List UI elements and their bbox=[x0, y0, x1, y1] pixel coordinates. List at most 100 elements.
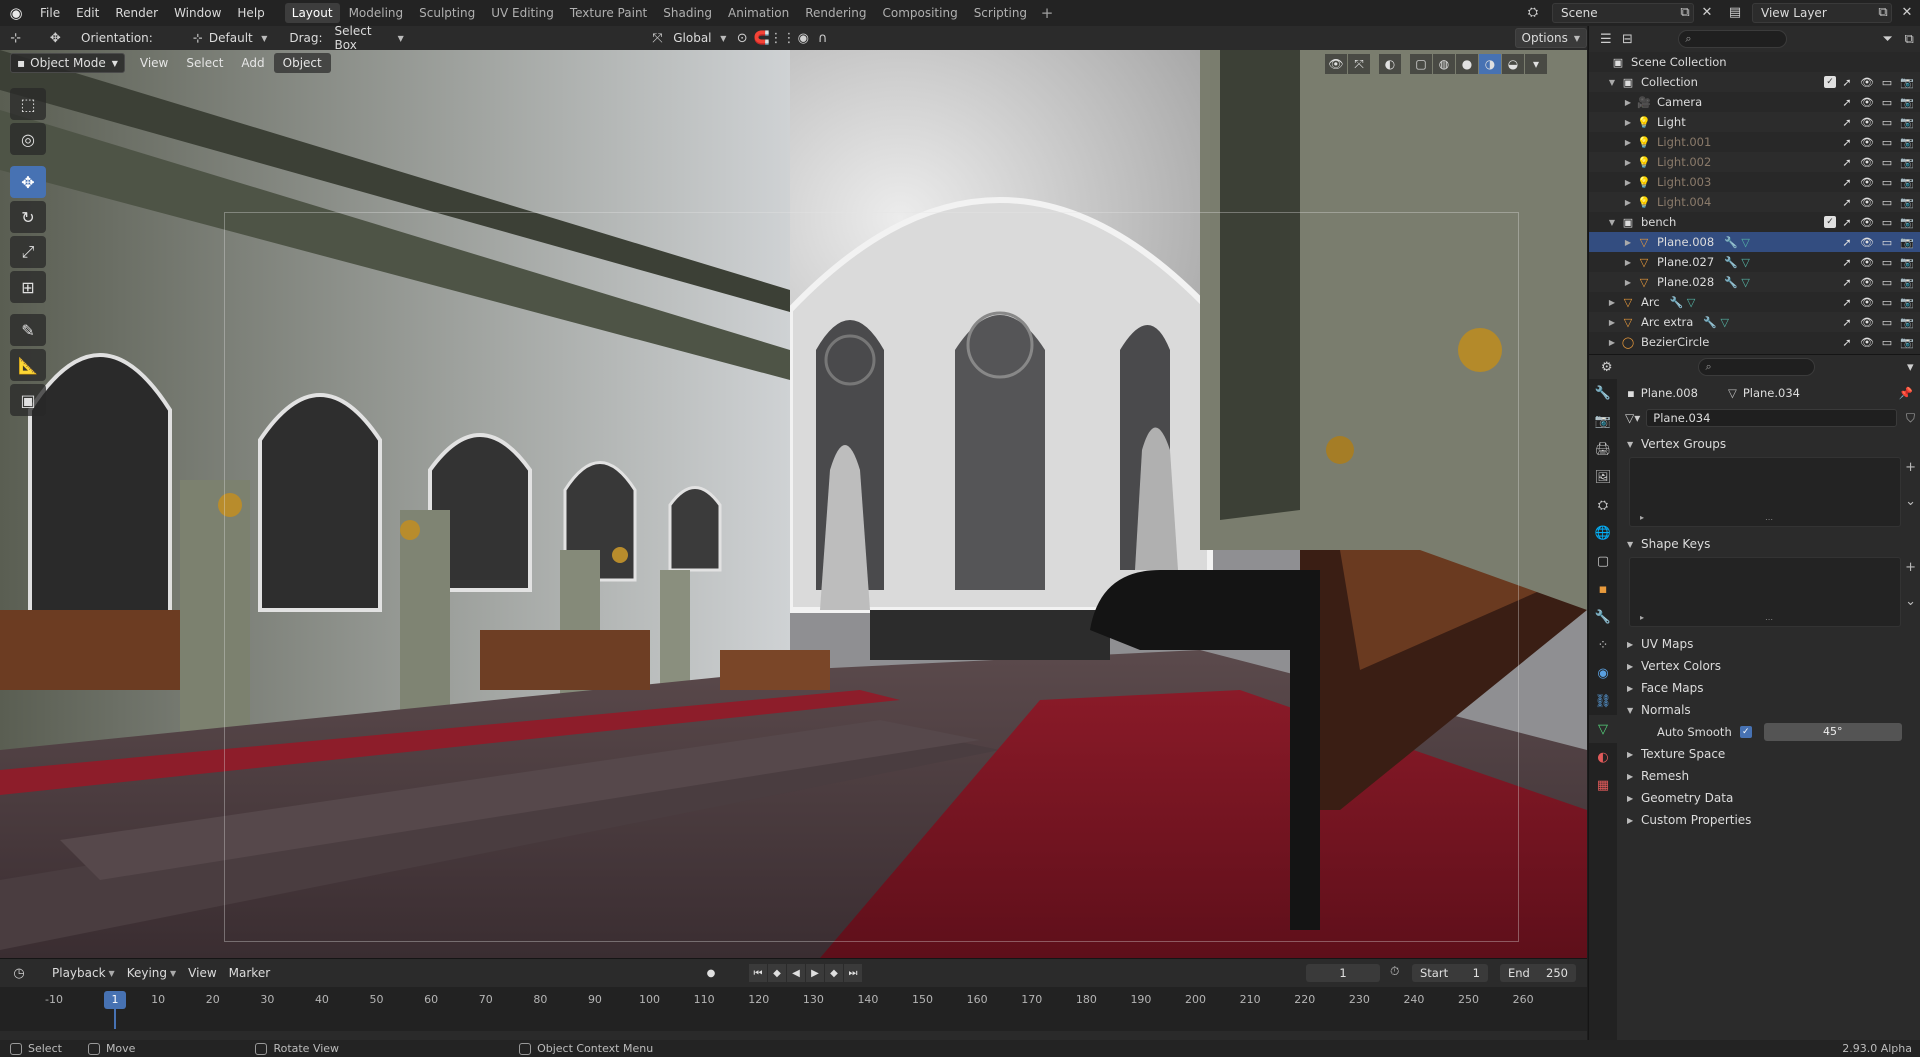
select-icon[interactable]: ➚ bbox=[1840, 316, 1854, 329]
chevron-right-icon[interactable]: ▶ bbox=[1605, 298, 1619, 307]
modifier-wrench-icon[interactable]: 🔧 ▽ bbox=[1703, 316, 1729, 329]
filter-icon[interactable]: ⏷ bbox=[1877, 29, 1899, 49]
eye-icon[interactable]: 👁 bbox=[1860, 256, 1874, 269]
chevron-right-icon[interactable]: ▶ bbox=[1621, 238, 1635, 247]
tab-animation[interactable]: Animation bbox=[721, 3, 796, 23]
output-tab-icon[interactable]: 🖨 bbox=[1589, 435, 1617, 463]
remesh-panel[interactable]: ▶ Remesh bbox=[1621, 765, 1919, 787]
chevron-down-icon[interactable]: ▼ bbox=[1605, 78, 1619, 87]
transform-gizmo-icon[interactable]: ✥ bbox=[46, 28, 66, 48]
measure-tool-icon[interactable]: 📐 bbox=[10, 349, 46, 381]
display-mode-icon[interactable]: ⊟ bbox=[1617, 29, 1639, 49]
view-layer-selector[interactable]: View Layer bbox=[1752, 3, 1892, 23]
chevron-down-icon[interactable]: ▾ bbox=[1901, 357, 1920, 377]
outliner-row[interactable]: ▶ ◯ BezierCircle ➚ 👁 ▭ 📷 bbox=[1589, 332, 1920, 352]
menu-edit[interactable]: Edit bbox=[68, 0, 107, 26]
menu-render[interactable]: Render bbox=[107, 0, 166, 26]
viewport-icon[interactable]: ▭ bbox=[1880, 296, 1894, 309]
object-tab-icon[interactable]: ▪ bbox=[1589, 575, 1617, 603]
camera-icon[interactable]: 📷 bbox=[1900, 316, 1914, 329]
xray-icon[interactable]: ▢ bbox=[1410, 54, 1432, 74]
menu-window[interactable]: Window bbox=[166, 0, 229, 26]
viewport-icon[interactable]: ▭ bbox=[1880, 116, 1894, 129]
tab-shading[interactable]: Shading bbox=[656, 3, 719, 23]
outliner-search-input[interactable]: ⌕ bbox=[1678, 30, 1787, 48]
eye-icon[interactable]: 👁 bbox=[1860, 176, 1874, 189]
chevron-right-icon[interactable]: ▶ bbox=[1621, 138, 1635, 147]
resize-handle-icon[interactable]: ⋯ bbox=[1765, 615, 1773, 624]
pin-icon[interactable]: 📌 bbox=[1899, 386, 1913, 400]
tab-scripting[interactable]: Scripting bbox=[967, 3, 1034, 23]
vertex-groups-panel[interactable]: ▼ Vertex Groups bbox=[1621, 433, 1919, 455]
add-vertex-group-icon[interactable]: + bbox=[1905, 460, 1916, 475]
gizmo-icon[interactable]: ⤧ bbox=[1348, 54, 1370, 74]
chevron-down-icon[interactable]: ⌄ bbox=[1905, 594, 1916, 609]
mesh-browse-icon[interactable]: ▽▾ bbox=[1625, 411, 1640, 425]
select-icon[interactable]: ➚ bbox=[1840, 296, 1854, 309]
snap-target-icon[interactable]: ⋮⋮ bbox=[769, 28, 795, 48]
eye-icon[interactable]: 👁 bbox=[1860, 116, 1874, 129]
expand-icon[interactable]: ▸ bbox=[1640, 613, 1644, 622]
end-frame-field[interactable]: End 250 bbox=[1500, 964, 1576, 982]
drag-dropdown[interactable]: Select Box ▼ bbox=[329, 24, 410, 52]
viewport-icon[interactable]: ▭ bbox=[1880, 76, 1894, 89]
chevron-right-icon[interactable]: ▶ bbox=[1621, 158, 1635, 167]
select-icon[interactable]: ➚ bbox=[1840, 156, 1854, 169]
camera-icon[interactable]: 📷 bbox=[1900, 136, 1914, 149]
viewport-icon[interactable]: ▭ bbox=[1880, 96, 1894, 109]
material-shading-icon[interactable]: ◑ bbox=[1479, 54, 1501, 74]
outliner-row[interactable]: ▼ ▣ bench ✓ ➚ 👁 ▭ 📷 bbox=[1589, 212, 1920, 232]
camera-icon[interactable]: 📷 bbox=[1900, 196, 1914, 209]
eye-icon[interactable]: 👁 bbox=[1860, 76, 1874, 89]
vertex-colors-panel[interactable]: ▶ Vertex Colors bbox=[1621, 655, 1919, 677]
select-icon[interactable]: ➚ bbox=[1840, 96, 1854, 109]
select-icon[interactable]: ➚ bbox=[1840, 216, 1854, 229]
stopwatch-icon[interactable]: ⏱ bbox=[1390, 964, 1399, 979]
scale-tool-icon[interactable]: ⤢ bbox=[10, 236, 46, 268]
orientation-dropdown[interactable]: ⊹ Default ▼ bbox=[187, 28, 274, 48]
menu-select[interactable]: Select bbox=[177, 53, 232, 73]
geometry-data-panel[interactable]: ▶ Geometry Data bbox=[1621, 787, 1919, 809]
camera-icon[interactable]: 📷 bbox=[1900, 216, 1914, 229]
pivot-point-icon[interactable]: ⊙ bbox=[732, 28, 752, 48]
uv-maps-panel[interactable]: ▶ UV Maps bbox=[1621, 633, 1919, 655]
camera-icon[interactable]: 📷 bbox=[1900, 256, 1914, 269]
overlays-icon[interactable]: ◐ bbox=[1379, 54, 1401, 74]
outliner-row[interactable]: ▶ ▽ Arc extra 🔧 ▽ ➚ 👁 ▭ 📷 bbox=[1589, 312, 1920, 332]
modifier-wrench-icon[interactable]: 🔧 ▽ bbox=[1724, 276, 1750, 289]
playhead[interactable]: 1 bbox=[104, 991, 126, 1009]
particles-tab-icon[interactable]: ⁘ bbox=[1589, 631, 1617, 659]
tab-sculpting[interactable]: Sculpting bbox=[412, 3, 482, 23]
outliner-row[interactable]: ▶ ▽ Plane.027 🔧 ▽ ➚ 👁 ▭ 📷 bbox=[1589, 252, 1920, 272]
modifier-tab-icon[interactable]: 🔧 bbox=[1589, 603, 1617, 631]
scene-selector[interactable]: Scene bbox=[1552, 3, 1694, 23]
select-icon[interactable]: ➚ bbox=[1840, 76, 1854, 89]
texture-tab-icon[interactable]: ▦ bbox=[1589, 771, 1617, 799]
record-icon[interactable]: ● bbox=[702, 964, 720, 982]
mesh-data-tab-icon[interactable]: ▽ bbox=[1589, 715, 1617, 743]
viewport-icon[interactable]: ▭ bbox=[1880, 216, 1894, 229]
eye-icon[interactable]: 👁 bbox=[1860, 236, 1874, 249]
camera-icon[interactable]: 📷 bbox=[1900, 236, 1914, 249]
custom-properties-panel[interactable]: ▶ Custom Properties bbox=[1621, 809, 1919, 831]
select-icon[interactable]: ➚ bbox=[1840, 256, 1854, 269]
camera-icon[interactable]: 📷 bbox=[1900, 296, 1914, 309]
outliner-row[interactable]: ▶ 💡 Light.002 ➚ 👁 ▭ 📷 bbox=[1589, 152, 1920, 172]
tab-compositing[interactable]: Compositing bbox=[875, 3, 964, 23]
chevron-right-icon[interactable]: ▶ bbox=[1621, 258, 1635, 267]
collection-tab-icon[interactable]: ▢ bbox=[1589, 547, 1617, 575]
visibility-icon[interactable]: 👁 bbox=[1325, 54, 1347, 74]
chevron-right-icon[interactable]: ▶ bbox=[1621, 98, 1635, 107]
eye-icon[interactable]: 👁 bbox=[1860, 316, 1874, 329]
jump-keyframe-forward-icon[interactable]: ◆ bbox=[825, 964, 843, 982]
scene-collection-row[interactable]: ▣ Scene Collection bbox=[1589, 52, 1920, 72]
menu-help[interactable]: Help bbox=[229, 0, 272, 26]
start-frame-field[interactable]: Start 1 bbox=[1412, 964, 1488, 982]
exclude-checkbox[interactable]: ✓ bbox=[1824, 216, 1836, 228]
eye-icon[interactable]: 👁 bbox=[1860, 276, 1874, 289]
chevron-right-icon[interactable]: ▶ bbox=[1621, 178, 1635, 187]
jump-keyframe-back-icon[interactable]: ◆ bbox=[768, 964, 786, 982]
viewport-icon[interactable]: ▭ bbox=[1880, 276, 1894, 289]
solid-shading-icon[interactable]: ● bbox=[1456, 54, 1478, 74]
play-reverse-icon[interactable]: ◀ bbox=[787, 964, 805, 982]
